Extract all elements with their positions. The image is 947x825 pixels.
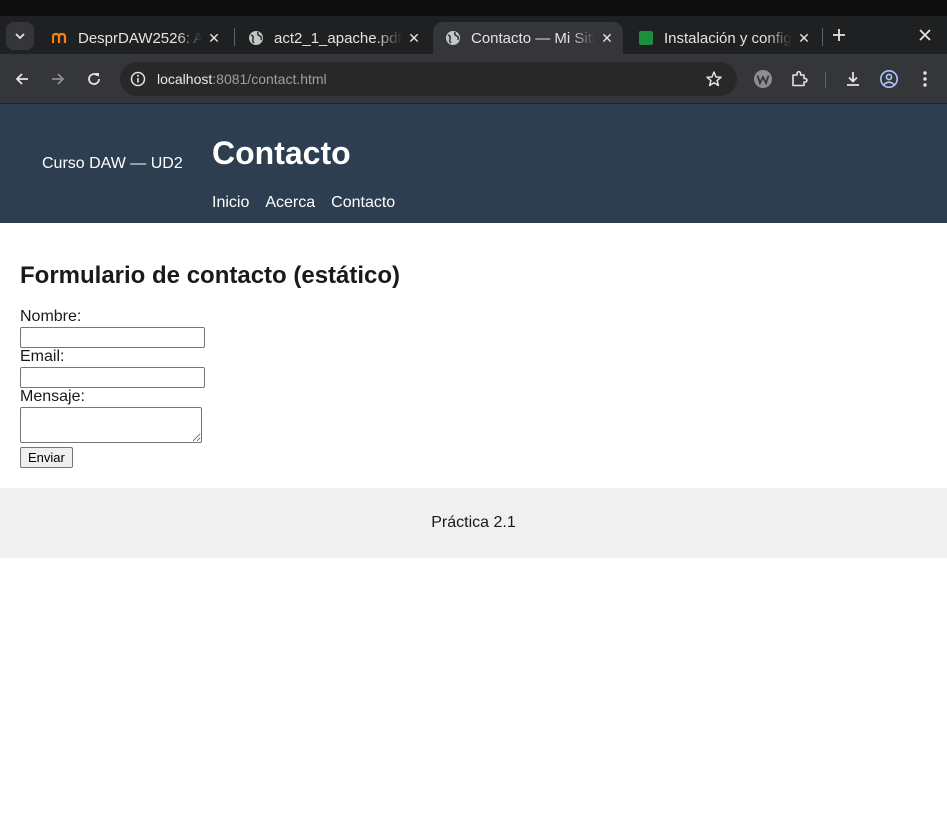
email-field[interactable] bbox=[20, 367, 205, 388]
site-footer: Práctica 2.1 bbox=[0, 488, 947, 558]
sheets-icon bbox=[638, 30, 654, 46]
close-tab-icon[interactable]: ✕ bbox=[402, 26, 426, 50]
form-heading: Formulario de contacto (estático) bbox=[20, 262, 401, 289]
close-tab-icon[interactable]: ✕ bbox=[792, 26, 816, 50]
message-label: Mensaje: bbox=[20, 388, 85, 405]
submit-button[interactable]: Enviar bbox=[20, 447, 73, 468]
back-button[interactable] bbox=[7, 64, 37, 94]
tab-sheets[interactable]: Instalación y configuración ✕ bbox=[626, 22, 820, 54]
globe-icon bbox=[445, 30, 461, 46]
page-title: Contacto bbox=[212, 135, 351, 171]
contact-form: Nombre: Email: Mensaje: Enviar bbox=[20, 308, 920, 468]
name-label: Nombre: bbox=[20, 308, 82, 325]
footer-text: Práctica 2.1 bbox=[431, 514, 516, 531]
chevron-down-icon bbox=[15, 33, 25, 40]
tab-pdf[interactable]: act2_1_apache.pdf ✕ bbox=[236, 22, 430, 54]
url-path: :8081/contact.html bbox=[212, 71, 327, 87]
close-tab-icon[interactable]: ✕ bbox=[595, 26, 619, 50]
profile-icon bbox=[880, 70, 898, 88]
globe-icon bbox=[248, 30, 264, 46]
nav-link-inicio[interactable]: Inicio bbox=[212, 194, 249, 212]
extension-w-icon bbox=[754, 70, 772, 88]
url-text[interactable]: localhost:8081/contact.html bbox=[157, 71, 327, 87]
close-icon bbox=[919, 29, 931, 41]
site-nav: Inicio Acerca Contacto bbox=[212, 194, 411, 212]
arrow-right-icon bbox=[52, 73, 65, 85]
tab-title: DesprDAW2526: A bbox=[78, 29, 202, 47]
tab-contacto[interactable]: Contacto — Mi Sitio ✕ bbox=[433, 22, 623, 54]
tab-divider bbox=[822, 28, 823, 46]
extensions-button[interactable] bbox=[784, 64, 814, 94]
forward-button[interactable] bbox=[43, 64, 73, 94]
download-icon bbox=[847, 72, 859, 86]
arrow-left-icon bbox=[15, 73, 28, 85]
name-field[interactable] bbox=[20, 327, 205, 348]
tab-title: Contacto — Mi Sitio bbox=[471, 29, 595, 47]
message-field[interactable] bbox=[20, 407, 202, 443]
nav-link-acerca[interactable]: Acerca bbox=[265, 194, 315, 212]
close-tab-icon[interactable]: ✕ bbox=[202, 26, 226, 50]
bookmark-star-icon[interactable] bbox=[705, 70, 723, 88]
site-header: Curso DAW — UD2 Contacto Inicio Acerca C… bbox=[0, 104, 947, 223]
toolbar-divider bbox=[825, 72, 826, 88]
site-brand: Curso DAW — UD2 bbox=[42, 155, 183, 172]
nav-link-contacto[interactable]: Contacto bbox=[331, 194, 395, 212]
new-tab-button[interactable] bbox=[826, 22, 852, 48]
more-vertical-icon bbox=[923, 71, 927, 87]
site-info-icon[interactable] bbox=[130, 71, 146, 87]
address-bar[interactable]: localhost:8081/contact.html bbox=[120, 62, 737, 96]
tab-divider bbox=[234, 28, 235, 46]
plus-icon bbox=[833, 29, 845, 41]
os-top-bar bbox=[0, 0, 947, 16]
url-host: localhost bbox=[157, 71, 213, 87]
menu-button[interactable] bbox=[910, 64, 940, 94]
moodle-icon bbox=[52, 30, 68, 46]
extension-w-button[interactable] bbox=[748, 64, 778, 94]
reload-icon bbox=[88, 73, 100, 85]
tab-search-button[interactable] bbox=[6, 22, 34, 50]
close-window-button[interactable] bbox=[912, 22, 938, 48]
downloads-button[interactable] bbox=[838, 64, 868, 94]
browser-toolbar: localhost:8081/contact.html bbox=[0, 54, 947, 104]
tab-moodle[interactable]: DesprDAW2526: A ✕ bbox=[40, 22, 230, 54]
puzzle-icon bbox=[792, 70, 808, 87]
tab-title: act2_1_apache.pdf bbox=[274, 29, 402, 47]
tab-title: Instalación y configuración bbox=[664, 29, 792, 47]
main-content: Formulario de contacto (estático) Nombre… bbox=[20, 262, 920, 468]
profile-button[interactable] bbox=[874, 64, 904, 94]
reload-button[interactable] bbox=[79, 64, 109, 94]
email-label: Email: bbox=[20, 348, 65, 365]
